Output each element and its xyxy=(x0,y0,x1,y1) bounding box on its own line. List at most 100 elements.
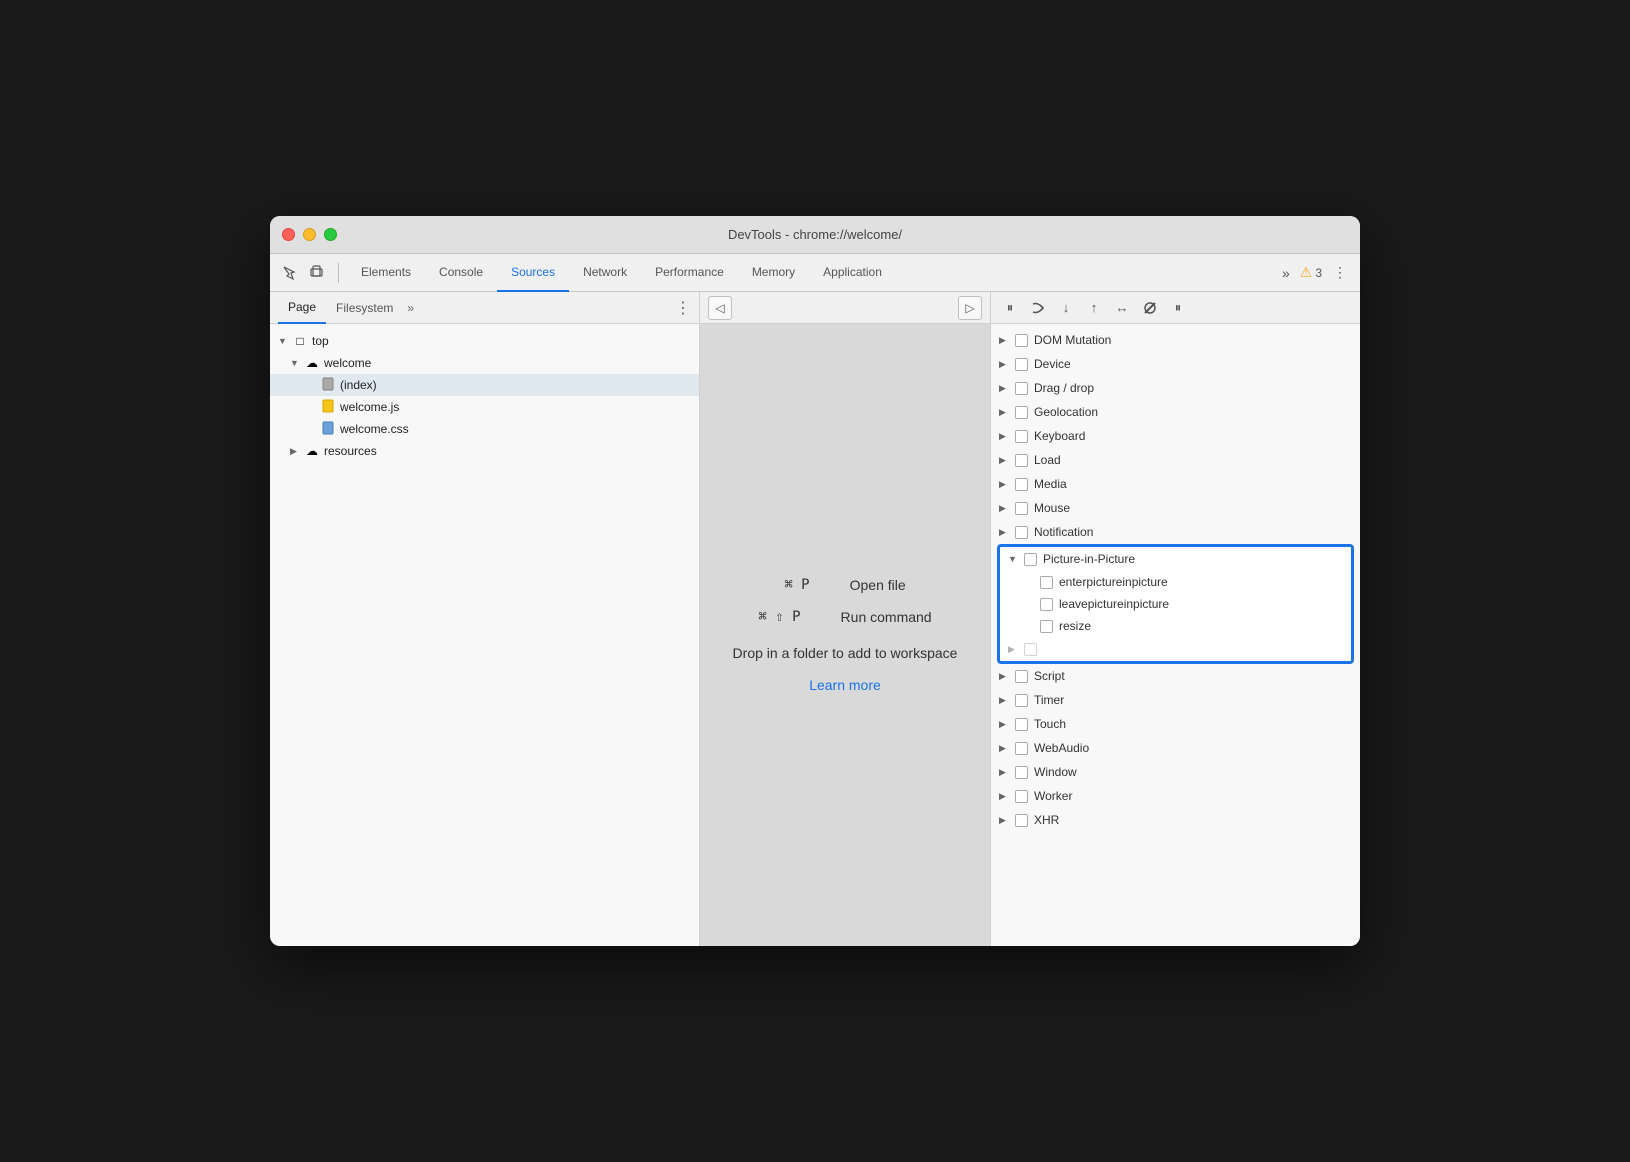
chevron-icon: ▼ xyxy=(1008,554,1018,564)
bp-checkbox[interactable] xyxy=(1024,643,1037,656)
bp-label: Geolocation xyxy=(1034,405,1098,419)
bp-script[interactable]: ▶ Script xyxy=(991,664,1360,688)
chevron-icon: ▶ xyxy=(999,359,1009,370)
subtab-menu[interactable]: ⋮ xyxy=(675,298,691,318)
bp-webaudio[interactable]: ▶ WebAudio xyxy=(991,736,1360,760)
bp-checkbox[interactable] xyxy=(1015,502,1028,515)
tree-item-welcomecss[interactable]: welcome.css xyxy=(270,418,699,440)
tree-item-welcome[interactable]: ▼ ☁ welcome xyxy=(270,352,699,374)
bp-keyboard[interactable]: ▶ Keyboard xyxy=(991,424,1360,448)
tree-label: (index) xyxy=(340,378,377,392)
bp-checkbox[interactable] xyxy=(1015,814,1028,827)
learn-more-link[interactable]: Learn more xyxy=(809,677,881,693)
folder-icon: □ xyxy=(292,334,308,348)
spacer xyxy=(306,424,316,434)
customize-icon[interactable]: ⋮ xyxy=(1328,261,1352,285)
bp-checkbox[interactable] xyxy=(1015,670,1028,683)
deactivate-breakpoints-button[interactable] xyxy=(1139,297,1161,319)
tab-console[interactable]: Console xyxy=(425,254,497,292)
bp-mouse[interactable]: ▶ Mouse xyxy=(991,496,1360,520)
toolbar-tabs: Elements Console Sources Network Perform… xyxy=(347,254,1274,292)
tree-item-welcomejs[interactable]: welcome.js xyxy=(270,396,699,418)
device-icon[interactable] xyxy=(306,261,330,285)
bp-checkbox[interactable] xyxy=(1015,742,1028,755)
tab-application[interactable]: Application xyxy=(809,254,896,292)
maximize-button[interactable] xyxy=(324,228,337,241)
bp-sub-checkbox[interactable] xyxy=(1040,620,1053,633)
pause-button[interactable]: ⏸ xyxy=(999,297,1021,319)
pause-on-exception-button[interactable]: ⏸ xyxy=(1167,297,1189,319)
bp-checkbox[interactable] xyxy=(1015,526,1028,539)
arrow-icon: ▶ xyxy=(290,446,300,457)
tab-network[interactable]: Network xyxy=(569,254,641,292)
subtab-page[interactable]: Page xyxy=(278,292,326,324)
more-tabs-button[interactable]: » xyxy=(1278,261,1294,285)
bp-touch[interactable]: ▶ Touch xyxy=(991,712,1360,736)
chevron-icon: ▶ xyxy=(999,335,1009,346)
bp-leavepip[interactable]: leavepictureinpicture xyxy=(1000,593,1351,615)
bp-checkbox[interactable] xyxy=(1015,334,1028,347)
bp-checkbox[interactable] xyxy=(1015,694,1028,707)
window-title: DevTools - chrome://welcome/ xyxy=(728,227,902,242)
bp-label: Drag / drop xyxy=(1034,381,1094,395)
warning-count: 3 xyxy=(1315,266,1322,280)
bp-checkbox[interactable] xyxy=(1015,766,1028,779)
bp-notification[interactable]: ▶ Notification xyxy=(991,520,1360,544)
bp-checkbox[interactable] xyxy=(1015,382,1028,395)
bp-partial[interactable]: ▶ xyxy=(1000,637,1351,661)
chevron-icon: ▶ xyxy=(999,479,1009,490)
tree-item-index[interactable]: (index) xyxy=(270,374,699,396)
close-button[interactable] xyxy=(282,228,295,241)
tree-label: welcome xyxy=(324,356,371,370)
bp-checkbox[interactable] xyxy=(1015,718,1028,731)
bp-label: Window xyxy=(1034,765,1077,779)
bp-drag-drop[interactable]: ▶ Drag / drop xyxy=(991,376,1360,400)
bp-sub-label: resize xyxy=(1059,619,1091,633)
bp-media[interactable]: ▶ Media xyxy=(991,472,1360,496)
step-over-button[interactable] xyxy=(1027,297,1049,319)
bp-pip[interactable]: ▼ Picture-in-Picture xyxy=(1000,547,1351,571)
step-out-button[interactable]: ↑ xyxy=(1083,297,1105,319)
bp-checkbox[interactable] xyxy=(1015,430,1028,443)
bp-load[interactable]: ▶ Load xyxy=(991,448,1360,472)
bp-device[interactable]: ▶ Device xyxy=(991,352,1360,376)
bp-sub-checkbox[interactable] xyxy=(1040,598,1053,611)
bp-checkbox[interactable] xyxy=(1015,454,1028,467)
bp-checkbox[interactable] xyxy=(1015,478,1028,491)
bp-worker[interactable]: ▶ Worker xyxy=(991,784,1360,808)
bp-label: Load xyxy=(1034,453,1061,467)
step-into-button[interactable]: ↓ xyxy=(1055,297,1077,319)
main-content: Page Filesystem » ⋮ ▼ □ top ▼ ☁ welcome xyxy=(270,292,1360,946)
tree-label: welcome.js xyxy=(340,400,399,414)
subtab-filesystem[interactable]: Filesystem xyxy=(326,292,403,324)
minimize-button[interactable] xyxy=(303,228,316,241)
toggle-sidebar-right-button[interactable]: ▷ xyxy=(958,296,982,320)
bp-checkbox[interactable] xyxy=(1024,553,1037,566)
tab-sources[interactable]: Sources xyxy=(497,254,569,292)
bp-checkbox[interactable] xyxy=(1015,790,1028,803)
tab-memory[interactable]: Memory xyxy=(738,254,809,292)
bp-xhr[interactable]: ▶ XHR xyxy=(991,808,1360,832)
right-toolbar: ⏸ ↓ ↑ ↔ ⏸ xyxy=(991,292,1360,324)
tab-performance[interactable]: Performance xyxy=(641,254,738,292)
toggle-sidebar-left-button[interactable]: ◁ xyxy=(708,296,732,320)
bp-enterpip[interactable]: enterpictureinpicture xyxy=(1000,571,1351,593)
bp-checkbox[interactable] xyxy=(1015,358,1028,371)
bp-label: Notification xyxy=(1034,525,1093,539)
bp-resize[interactable]: resize xyxy=(1000,615,1351,637)
step-button[interactable]: ↔ xyxy=(1111,297,1133,319)
bp-sub-label: enterpictureinpicture xyxy=(1059,575,1168,589)
inspector-icon[interactable] xyxy=(278,261,302,285)
file-tree: ▼ □ top ▼ ☁ welcome (index) xyxy=(270,324,699,946)
bp-sub-checkbox[interactable] xyxy=(1040,576,1053,589)
bp-dom-mutation[interactable]: ▶ DOM Mutation xyxy=(991,328,1360,352)
bp-timer[interactable]: ▶ Timer xyxy=(991,688,1360,712)
subtabs: Page Filesystem » ⋮ xyxy=(270,292,699,324)
bp-checkbox[interactable] xyxy=(1015,406,1028,419)
tab-elements[interactable]: Elements xyxy=(347,254,425,292)
subtab-more[interactable]: » xyxy=(407,301,414,315)
bp-geolocation[interactable]: ▶ Geolocation xyxy=(991,400,1360,424)
tree-item-resources[interactable]: ▶ ☁ resources xyxy=(270,440,699,462)
bp-window[interactable]: ▶ Window xyxy=(991,760,1360,784)
tree-item-top[interactable]: ▼ □ top xyxy=(270,330,699,352)
